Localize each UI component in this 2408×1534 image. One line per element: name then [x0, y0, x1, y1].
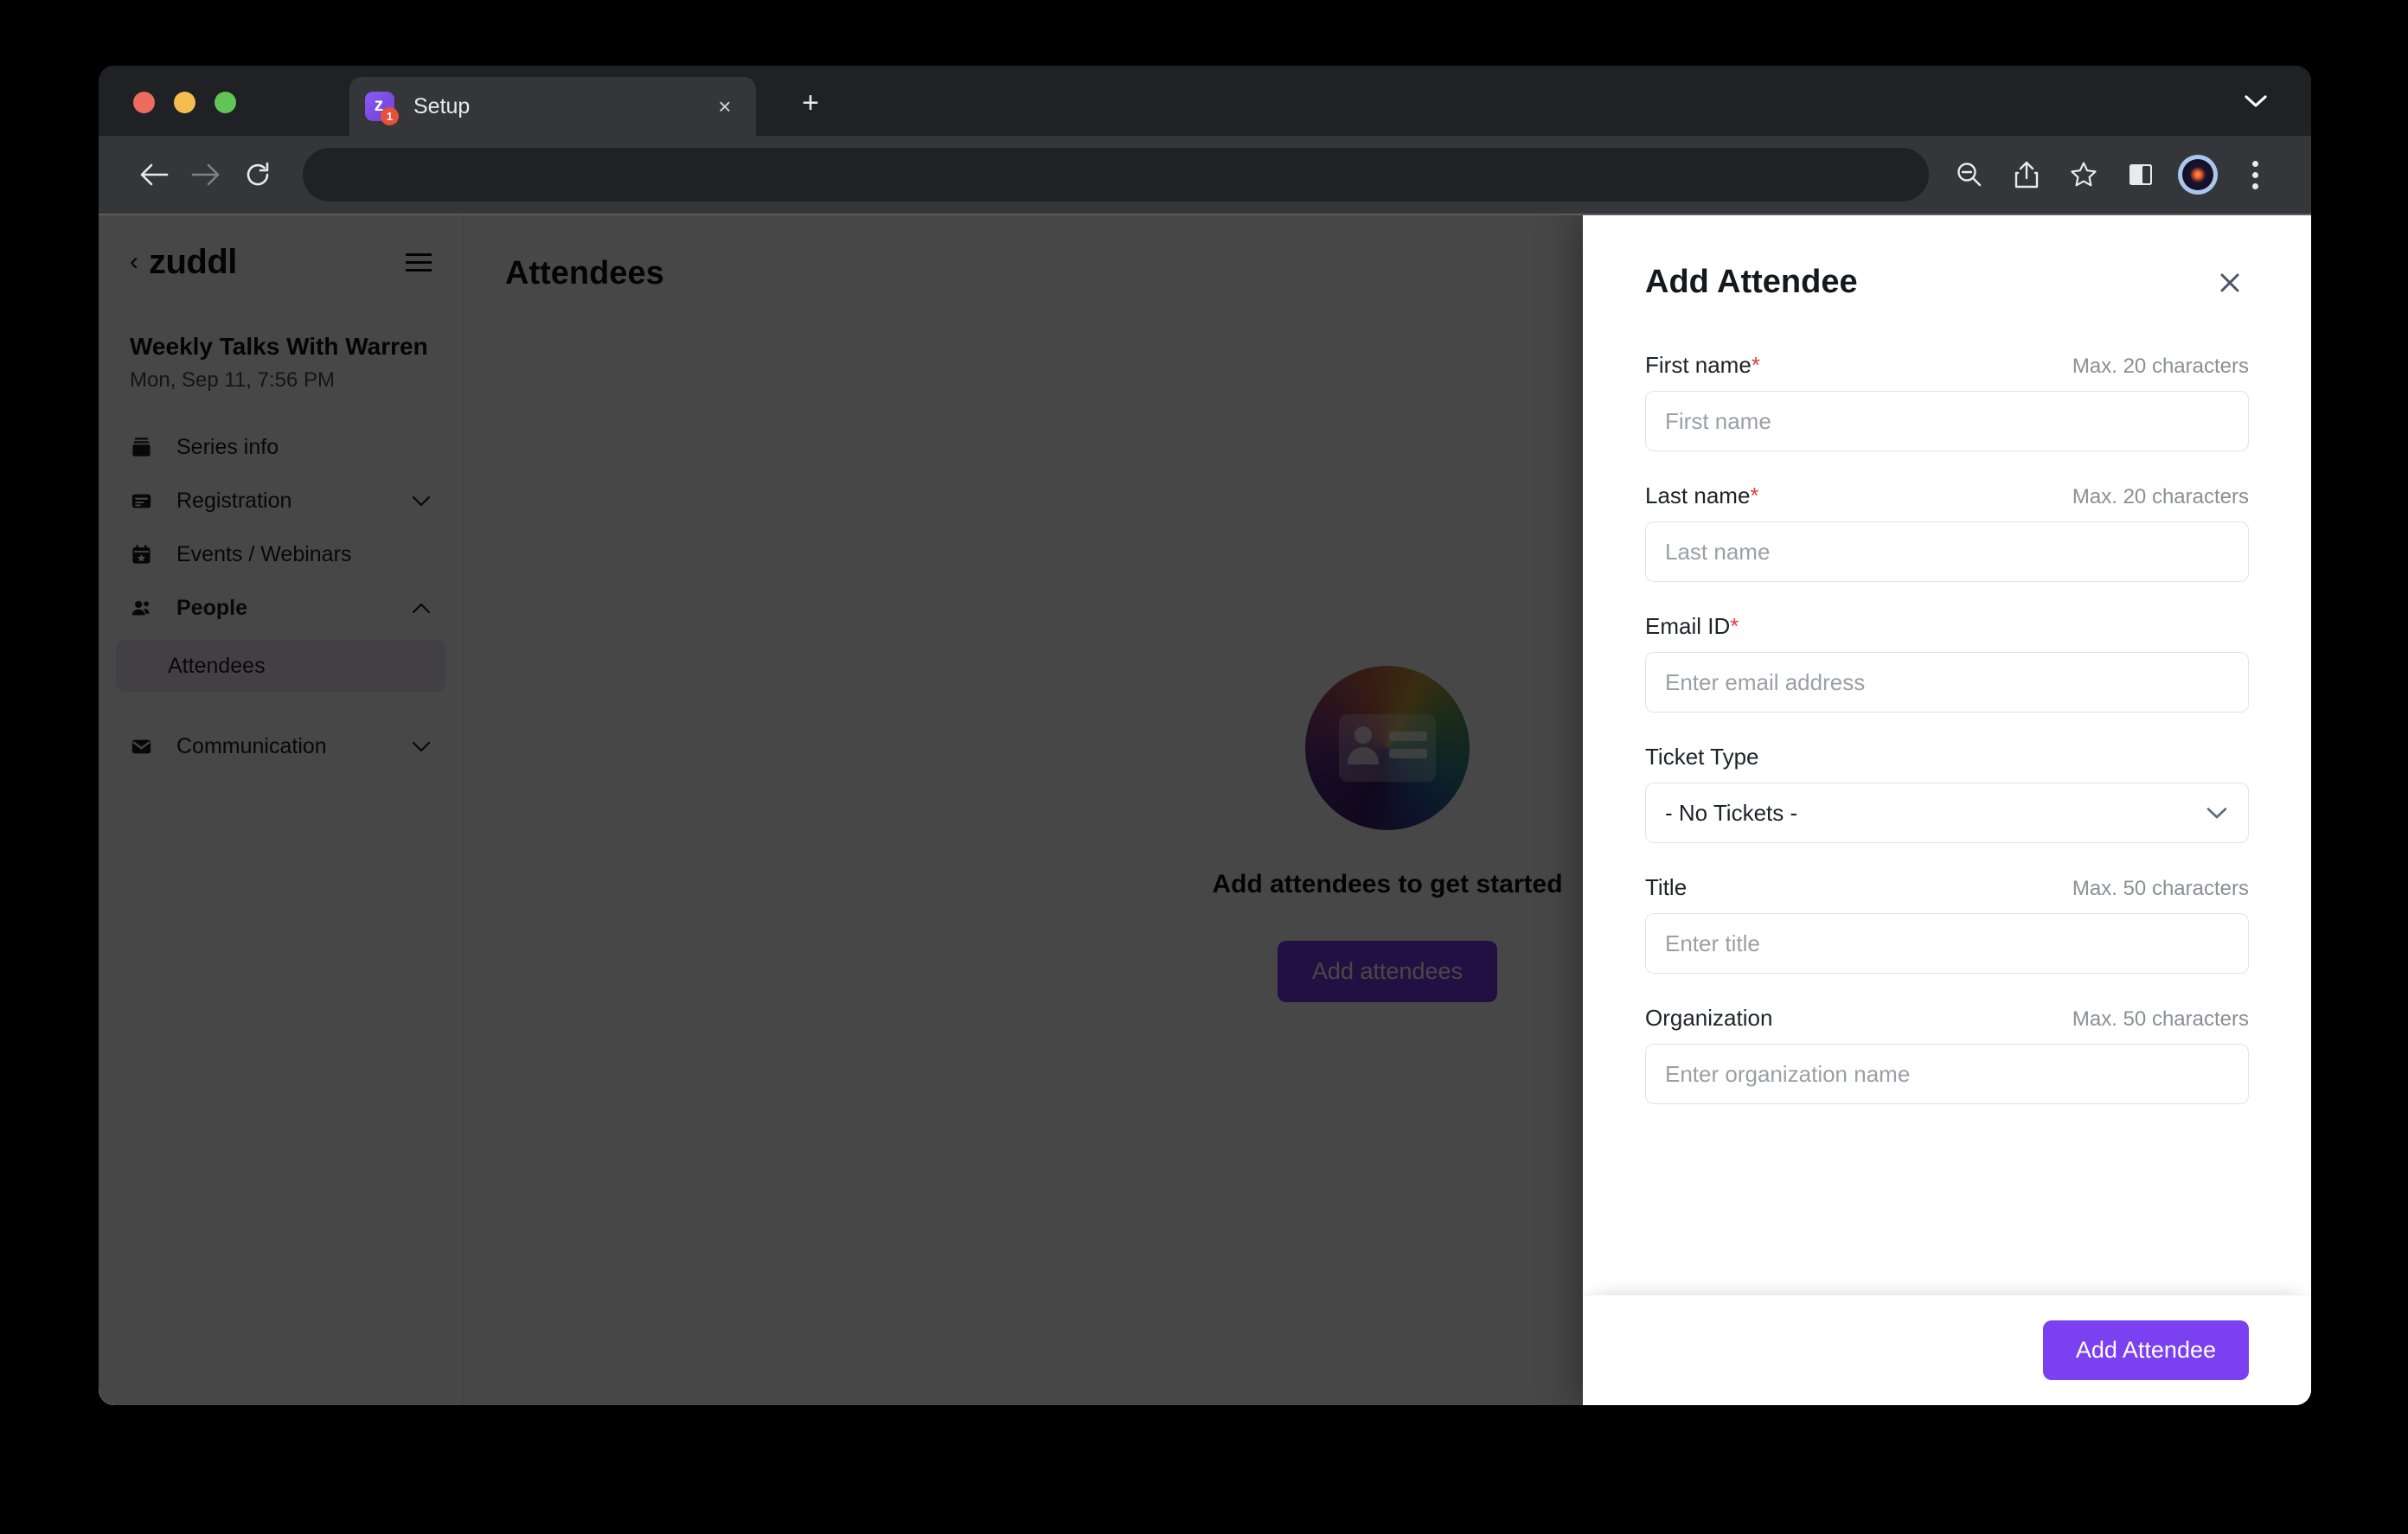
maximize-window-button[interactable]: [215, 92, 236, 113]
field-hint: Max. 50 characters: [2072, 877, 2249, 900]
close-window-button[interactable]: [133, 92, 155, 113]
submit-add-attendee-button[interactable]: Add Attendee: [2042, 1320, 2249, 1380]
more-menu-icon[interactable]: [2228, 148, 2282, 201]
field-label: First name*: [1645, 352, 1760, 379]
three-dots: [2251, 160, 2258, 189]
minimize-window-button[interactable]: [174, 92, 195, 113]
field-ticket-type: Ticket Type - No Tickets -: [1645, 744, 2249, 843]
required-asterisk: *: [1751, 352, 1760, 378]
reload-icon[interactable]: [232, 149, 284, 201]
browser-tab[interactable]: z 1 Setup ×: [349, 77, 756, 136]
share-icon[interactable]: [2000, 148, 2053, 201]
field-hint: Max. 20 characters: [2072, 485, 2249, 508]
label-text: First name: [1645, 352, 1752, 378]
drawer-body: First name* Max. 20 characters Last name…: [1583, 302, 2311, 1294]
field-label: Ticket Type: [1645, 744, 1759, 770]
back-arrow-icon[interactable]: [128, 149, 180, 201]
zoom-out-icon[interactable]: [1943, 148, 1996, 201]
field-hint: Max. 50 characters: [2072, 1007, 2249, 1031]
field-title: Title Max. 50 characters: [1645, 874, 2249, 974]
tab-close-icon[interactable]: ×: [709, 95, 740, 118]
field-header: Email ID*: [1645, 613, 2249, 640]
field-label: Last name*: [1645, 483, 1759, 509]
field-first-name: First name* Max. 20 characters: [1645, 352, 2249, 451]
drawer-title: Add Attendee: [1645, 264, 1858, 300]
field-header: Ticket Type: [1645, 744, 2249, 770]
field-label: Title: [1645, 874, 1688, 900]
avatar-image: [2182, 159, 2213, 190]
label-text: Email ID: [1645, 613, 1731, 639]
first-name-input[interactable]: [1645, 391, 2249, 451]
field-header: Last name* Max. 20 characters: [1645, 483, 2249, 509]
forward-arrow-icon[interactable]: [180, 149, 232, 201]
field-email: Email ID*: [1645, 613, 2249, 713]
required-asterisk: *: [1730, 613, 1739, 639]
field-header: Organization Max. 50 characters: [1645, 1005, 2249, 1032]
field-organization: Organization Max. 50 characters: [1645, 1005, 2249, 1104]
ticket-type-select-wrap: - No Tickets -: [1645, 783, 2249, 843]
side-panel-icon[interactable]: [2114, 148, 2168, 201]
browser-toolbar: [99, 136, 2311, 215]
browser-tabstrip: z 1 Setup × +: [99, 66, 2311, 136]
field-header: First name* Max. 20 characters: [1645, 352, 2249, 379]
field-label: Email ID*: [1645, 613, 1739, 640]
add-attendee-drawer: Add Attendee First name* Max. 20 charact…: [1583, 215, 2311, 1405]
field-header: Title Max. 50 characters: [1645, 874, 2249, 901]
last-name-input[interactable]: [1645, 521, 2249, 582]
drawer-footer: Add Attendee: [1583, 1294, 2311, 1405]
tabstrip-chevron-down-icon[interactable]: [2238, 84, 2273, 118]
drawer-header: Add Attendee: [1583, 215, 2311, 302]
page-viewport: ‹ zuddl Weekly Talks With Warren Mon, Se…: [99, 215, 2311, 1405]
profile-avatar[interactable]: [2171, 148, 2225, 201]
tab-title: Setup: [413, 93, 471, 118]
address-bar-input[interactable]: [303, 148, 1929, 201]
close-icon[interactable]: [2211, 264, 2249, 302]
field-hint: Max. 20 characters: [2072, 355, 2249, 378]
title-input[interactable]: [1645, 913, 2249, 974]
browser-window: z 1 Setup × + Add Attendee First name* M…: [99, 66, 2311, 1405]
new-tab-button[interactable]: +: [791, 84, 830, 124]
field-last-name: Last name* Max. 20 characters: [1645, 483, 2249, 582]
label-text: Last name: [1645, 483, 1751, 508]
window-traffic-lights: [133, 92, 236, 113]
toolbar-actions: [1943, 148, 2282, 201]
organization-input[interactable]: [1645, 1044, 2249, 1104]
email-input[interactable]: [1645, 652, 2249, 713]
tab-favicon-icon: z 1: [365, 92, 399, 125]
field-label: Organization: [1645, 1005, 1773, 1031]
required-asterisk: *: [1750, 483, 1759, 508]
bookmark-star-icon[interactable]: [2057, 148, 2110, 201]
avatar-ring: [2178, 155, 2218, 195]
ticket-type-select[interactable]: - No Tickets -: [1645, 783, 2249, 843]
favicon-badge: 1: [381, 107, 399, 125]
